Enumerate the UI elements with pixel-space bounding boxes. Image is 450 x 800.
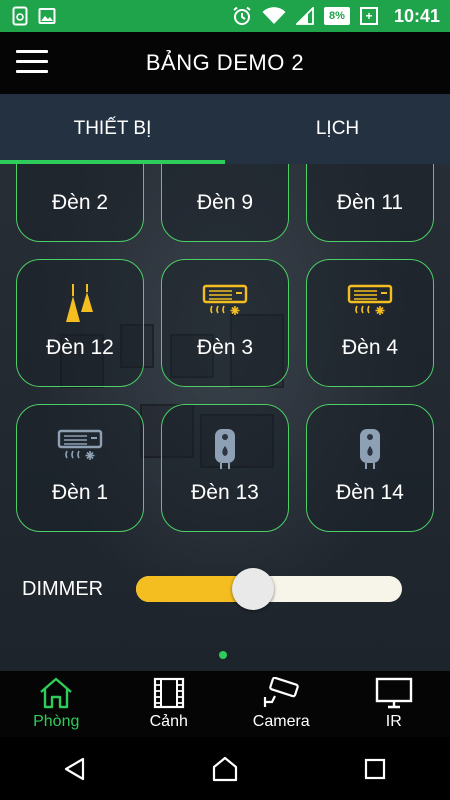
device-tile[interactable]: Đèn 11 — [306, 164, 434, 242]
water-heater-icon — [360, 429, 380, 469]
nav-room-label: Phòng — [33, 713, 80, 730]
alarm-icon — [233, 6, 251, 25]
device-tile[interactable]: Đèn 2 — [16, 164, 144, 242]
tab-bar: THIẾT BỊ LỊCH — [0, 94, 450, 164]
device-tile[interactable]: Đèn 13 — [161, 404, 289, 532]
status-time: 10:41 — [393, 5, 440, 26]
recents-button[interactable] — [345, 749, 405, 789]
page-indicator-dot — [219, 651, 227, 659]
dimmer-slider-thumb[interactable] — [232, 568, 275, 610]
home-button[interactable] — [195, 749, 255, 789]
device-label: Đèn 2 — [51, 191, 109, 214]
device-tile[interactable]: Đèn 3 — [161, 259, 289, 387]
system-nav-bar — [0, 737, 450, 800]
nav-scene[interactable]: Cảnh — [113, 671, 226, 737]
device-label: Đèn 3 — [196, 336, 254, 359]
signal-icon — [296, 7, 314, 25]
back-button[interactable] — [45, 749, 105, 789]
status-bar: 8% + 10:41 — [0, 0, 450, 32]
device-icon — [307, 282, 433, 326]
back-triangle-icon — [64, 757, 85, 780]
air-conditioner-icon — [347, 284, 393, 315]
device-label: Đèn 11 — [336, 191, 404, 214]
status-bar-right: 8% + 10:41 — [232, 6, 440, 27]
nav-ir[interactable]: IR — [338, 671, 450, 737]
pendant-lamp-icon — [66, 284, 93, 322]
film-icon — [153, 677, 184, 709]
device-tile[interactable]: Đèn 12 — [16, 259, 144, 387]
device-icon — [162, 282, 288, 326]
device-label: Đèn 14 — [336, 481, 404, 504]
app-notification-icon — [12, 6, 28, 26]
device-label: Đèn 9 — [196, 191, 254, 214]
home-icon — [40, 677, 73, 709]
device-tile[interactable]: Đèn 1 — [16, 404, 144, 532]
dimmer-slider[interactable] — [136, 568, 402, 610]
device-tile[interactable]: Đèn 9 — [161, 164, 289, 242]
device-icon — [162, 427, 288, 471]
page-title: BẢNG DEMO 2 — [145, 50, 305, 75]
hamburger-menu-icon[interactable] — [16, 50, 48, 74]
home-circle-icon — [212, 756, 238, 781]
battery-icon: 8% — [324, 7, 350, 25]
nav-scene-label: Cảnh — [149, 713, 188, 730]
device-icon — [17, 427, 143, 471]
tab-schedule[interactable]: LỊCH — [225, 94, 450, 164]
bottom-nav: Phòng Cảnh Camera IR — [0, 671, 450, 737]
nav-camera[interactable]: Camera — [225, 671, 338, 737]
device-icon — [17, 282, 143, 326]
device-label: Đèn 1 — [51, 481, 109, 504]
device-icon — [307, 427, 433, 471]
device-label: Đèn 13 — [191, 481, 259, 504]
water-heater-icon — [215, 429, 235, 469]
nav-camera-label: Camera — [252, 713, 310, 730]
device-tile[interactable]: Đèn 14 — [306, 404, 434, 532]
nav-room[interactable]: Phòng — [0, 671, 113, 737]
wifi-icon — [262, 7, 286, 24]
security-camera-icon — [264, 677, 300, 707]
nav-ir-label: IR — [385, 713, 402, 730]
app-bar: BẢNG DEMO 2 — [0, 32, 450, 94]
tab-devices[interactable]: THIẾT BỊ — [0, 94, 225, 164]
air-conditioner-icon — [57, 429, 103, 460]
image-notification-icon — [38, 8, 56, 24]
recents-square-icon — [364, 758, 386, 779]
air-conditioner-icon — [202, 284, 248, 315]
device-tile[interactable]: Đèn 4 — [306, 259, 434, 387]
dimmer-label: DIMMER — [22, 578, 104, 600]
device-grid-area: Đèn 2 Đèn 9 Đèn 11 Đèn 12 Đèn 3 Đèn 4 Đè… — [0, 164, 450, 671]
charging-icon: + — [359, 7, 378, 25]
tv-icon — [375, 677, 412, 709]
status-bar-left — [12, 6, 56, 26]
device-label: Đèn 12 — [46, 336, 114, 359]
battery-percent: 8% — [329, 10, 345, 22]
device-label: Đèn 4 — [341, 336, 399, 359]
